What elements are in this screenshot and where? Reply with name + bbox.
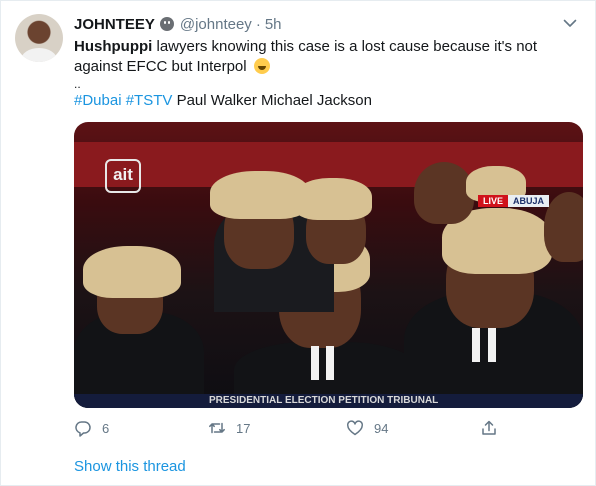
reply-icon bbox=[75, 421, 91, 437]
tweet-actions: 6 17 94 bbox=[74, 417, 574, 439]
hashtag-link[interactable]: #TSTV bbox=[126, 92, 173, 109]
face-with-tears-of-joy-icon bbox=[253, 58, 270, 74]
like-count: 94 bbox=[374, 420, 389, 436]
like-button[interactable]: 94 bbox=[346, 417, 388, 439]
timestamp[interactable]: 5h bbox=[265, 16, 282, 33]
hashtag-link[interactable]: #Dubai bbox=[74, 92, 122, 109]
tweet-card[interactable]: JOHNTEEY @johnteey · 5h Hushpuppi lawyer… bbox=[0, 0, 596, 486]
tweet-header: JOHNTEEY @johnteey · 5h bbox=[74, 14, 282, 34]
tweet-photo[interactable]: ait LIVE ABUJA PRESIDENTIAL ELECTION PET… bbox=[74, 122, 583, 408]
location-tag: ABUJA bbox=[508, 195, 550, 207]
chevron-down-icon[interactable] bbox=[561, 14, 579, 32]
user-handle[interactable]: @johnteey bbox=[180, 16, 252, 33]
live-tag: LIVE bbox=[478, 195, 509, 207]
share-icon bbox=[482, 420, 496, 435]
tweet-text-tail: Paul Walker Michael Jackson bbox=[172, 92, 372, 109]
tweet-text: Hushpuppi lawyers knowing this case is a… bbox=[74, 37, 574, 111]
retweet-count: 17 bbox=[236, 420, 251, 436]
tweet-text-bold: Hushpuppi bbox=[74, 38, 153, 55]
share-button[interactable] bbox=[480, 417, 508, 439]
live-badge: LIVE ABUJA bbox=[478, 195, 550, 207]
avatar[interactable] bbox=[15, 14, 63, 62]
reply-count: 6 bbox=[102, 420, 110, 436]
reply-button[interactable]: 6 bbox=[74, 417, 109, 439]
retweet-icon bbox=[209, 422, 225, 434]
display-name[interactable]: JOHNTEEY bbox=[74, 16, 155, 33]
channel-logo: ait bbox=[105, 159, 141, 193]
news-ticker: PRESIDENTIAL ELECTION PETITION TRIBUNAL bbox=[74, 394, 583, 408]
neutral-face-icon bbox=[159, 17, 174, 31]
heart-icon bbox=[347, 420, 363, 436]
show-thread-link[interactable]: Show this thread bbox=[74, 458, 186, 475]
separator-dot: · bbox=[255, 15, 261, 33]
tweet-text-dots: .. bbox=[74, 77, 81, 91]
retweet-button[interactable]: 17 bbox=[208, 417, 250, 439]
